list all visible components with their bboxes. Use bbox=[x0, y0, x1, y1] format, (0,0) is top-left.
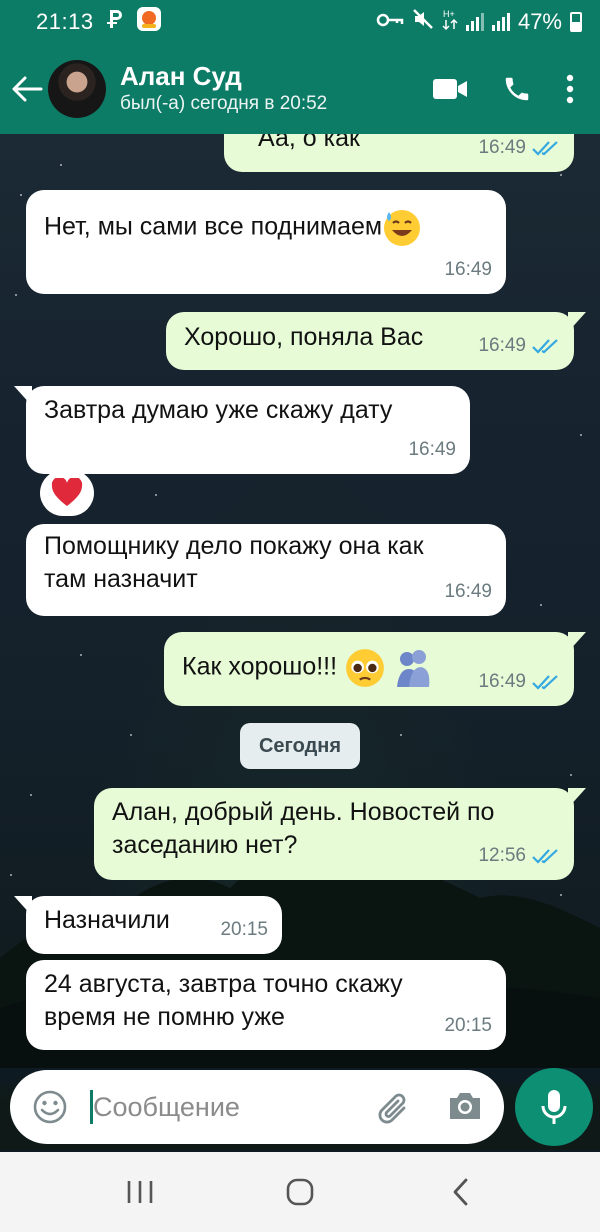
camera-button[interactable] bbox=[446, 1088, 484, 1129]
last-seen-status: был(-а) сегодня в 20:52 bbox=[120, 93, 328, 114]
message-time: 16:49 bbox=[408, 439, 456, 460]
message-meta: 20:15 bbox=[220, 913, 268, 946]
message-text: Помощнику дело покажу она как там назнач… bbox=[44, 532, 424, 593]
bubble-tail bbox=[568, 632, 586, 652]
message-bubble-incoming[interactable]: Нет, мы сами все поднимаем 16:49 bbox=[26, 190, 506, 294]
message-time: 12:56 bbox=[478, 845, 526, 866]
home-icon bbox=[286, 1178, 314, 1206]
message-meta: 20:15 bbox=[444, 1009, 492, 1042]
double-check-icon bbox=[532, 848, 558, 864]
video-call-icon bbox=[433, 79, 467, 99]
emoji-button[interactable] bbox=[24, 1089, 76, 1125]
voice-call-button[interactable] bbox=[502, 74, 532, 104]
data-icon: H+ bbox=[442, 7, 458, 37]
sweat-smile-emoji bbox=[384, 210, 421, 246]
message-meta: 16:49 bbox=[444, 253, 492, 286]
key-icon bbox=[376, 9, 404, 35]
date-divider: Сегодня bbox=[240, 723, 360, 769]
battery-icon bbox=[570, 12, 582, 32]
message-text-content: Нет, мы сами все поднимаем bbox=[44, 212, 383, 241]
message-time: 16:49 bbox=[444, 259, 492, 280]
contact-info[interactable]: Алан Суд был(-а) сегодня в 20:52 bbox=[120, 61, 327, 117]
message-time: 16:49 bbox=[478, 335, 526, 356]
back-arrow-icon bbox=[12, 76, 43, 102]
recent-apps-icon bbox=[127, 1181, 153, 1203]
svg-text:H+: H+ bbox=[443, 9, 455, 19]
message-time: 20:15 bbox=[220, 919, 268, 940]
double-check-icon bbox=[532, 674, 558, 690]
heart-emoji bbox=[51, 478, 83, 506]
voice-message-button[interactable] bbox=[515, 1068, 593, 1146]
emoji-icon bbox=[33, 1090, 67, 1124]
camera-icon bbox=[450, 1093, 480, 1119]
message-bubble-outgoing[interactable]: Хорошо, поняла Вас 16:49 bbox=[166, 312, 586, 370]
paperclip-icon bbox=[378, 1093, 406, 1124]
bubble-tail bbox=[568, 788, 586, 808]
p-app-icon bbox=[106, 8, 126, 36]
chat-messages[interactable]: Аа, о как 16:49 Нет, мы сами все поднима… bbox=[0, 134, 600, 1068]
message-time: 20:15 bbox=[444, 1015, 492, 1036]
pleading-face-emoji bbox=[346, 649, 384, 687]
back-button[interactable] bbox=[2, 44, 52, 134]
bubble-tail bbox=[14, 386, 32, 406]
message-bubble-incoming[interactable]: Помощнику дело покажу она как там назнач… bbox=[26, 524, 506, 616]
chat-header: Алан Суд был(-а) сегодня в 20:52 bbox=[0, 44, 600, 134]
message-meta: 16:49 bbox=[478, 665, 560, 698]
message-time: 16:49 bbox=[478, 671, 526, 692]
message-bubble-outgoing[interactable]: Алан, добрый день. Новостей по заседанию… bbox=[94, 788, 586, 880]
message-meta: 16:49 bbox=[444, 575, 492, 608]
system-navigation-bar bbox=[0, 1152, 600, 1232]
more-options-button[interactable] bbox=[566, 74, 574, 104]
hugging-people-emoji bbox=[396, 650, 430, 687]
back-nav-button[interactable] bbox=[430, 1162, 490, 1222]
message-time: 16:49 bbox=[478, 137, 526, 158]
phone-icon bbox=[505, 77, 529, 101]
message-input[interactable] bbox=[93, 1091, 343, 1123]
double-check-icon bbox=[532, 140, 558, 156]
message-bubble-incoming[interactable]: Назначили 20:15 bbox=[14, 896, 282, 954]
message-text: 24 августа, завтра точно скажу время не … bbox=[44, 970, 403, 1031]
chevron-left-icon bbox=[453, 1178, 468, 1206]
message-bubble-incoming[interactable]: 24 августа, завтра точно скажу время не … bbox=[26, 960, 506, 1050]
attach-button[interactable] bbox=[374, 1088, 414, 1133]
mute-icon bbox=[412, 8, 434, 36]
message-bubble-outgoing[interactable]: Как хорошо!!! 16:49 bbox=[164, 632, 586, 706]
message-meta: 16:49 bbox=[408, 433, 456, 466]
message-meta: 12:56 bbox=[478, 839, 560, 872]
message-time: 16:49 bbox=[444, 581, 492, 602]
signal-icon bbox=[465, 13, 484, 31]
message-bubble-outgoing[interactable]: Аа, о как 16:49 bbox=[224, 134, 574, 172]
message-text: Алан, добрый день. Новостей по заседанию… bbox=[112, 798, 495, 859]
message-text: Завтра думаю уже скажу дату bbox=[44, 396, 393, 424]
composer bbox=[0, 1068, 600, 1150]
video-call-button[interactable] bbox=[432, 77, 468, 101]
home-button[interactable] bbox=[270, 1162, 330, 1222]
double-check-icon bbox=[532, 338, 558, 354]
message-input-container[interactable] bbox=[10, 1070, 504, 1144]
message-meta: 16:49 bbox=[478, 329, 560, 362]
more-icon bbox=[566, 74, 574, 104]
status-time: 21:13 bbox=[36, 9, 94, 34]
microphone-icon bbox=[541, 1090, 567, 1124]
signal-icon bbox=[491, 13, 510, 31]
avatar[interactable] bbox=[48, 60, 106, 118]
message-meta: 16:49 bbox=[478, 134, 560, 164]
message-reaction[interactable] bbox=[40, 470, 94, 516]
recent-apps-button[interactable] bbox=[110, 1162, 170, 1222]
battery-text: 47% bbox=[517, 9, 562, 34]
bubble-tail bbox=[568, 312, 586, 332]
orange-app-icon bbox=[136, 6, 162, 38]
message-text: Нет, мы сами все поднимаем bbox=[44, 208, 488, 248]
message-bubble-incoming[interactable]: Завтра думаю уже скажу дату 16:49 bbox=[14, 386, 470, 474]
contact-name: Алан Суд bbox=[120, 61, 242, 91]
message-text-content: Как хорошо!!! bbox=[182, 652, 338, 681]
status-bar: 21:13 H+ 47% bbox=[0, 0, 600, 44]
